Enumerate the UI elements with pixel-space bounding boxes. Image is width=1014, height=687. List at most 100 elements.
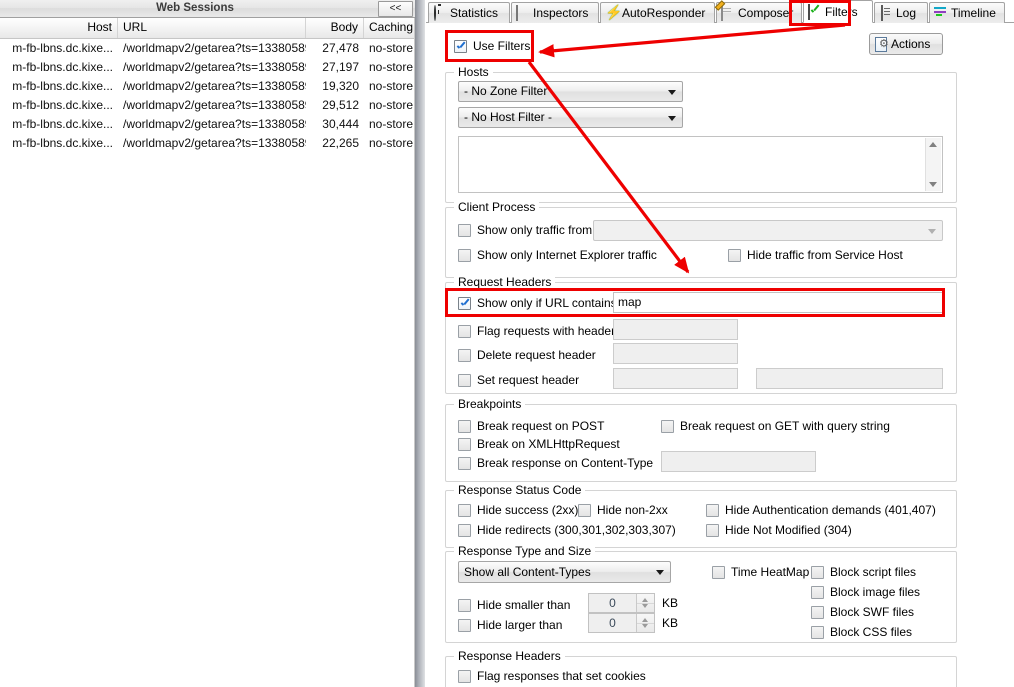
show-only-if-url-contains-checkbox[interactable]: Show only if URL contains (458, 296, 617, 310)
tab-label: AutoResponder (622, 6, 706, 20)
web-sessions-panel: Web Sessions << Host URL Body Caching m-… (0, 0, 415, 687)
stepper-divider (637, 603, 654, 604)
hide-non-2xx-checkbox[interactable]: Hide non-2xx (578, 503, 668, 517)
breakpoints-group-label: Breakpoints (454, 397, 526, 411)
break-response-on-content-type-checkbox[interactable]: Break response on Content-Type (458, 456, 653, 470)
flag-requests-with-header-checkbox[interactable]: Flag requests with header (458, 324, 615, 338)
tab-label: Log (896, 6, 917, 20)
request-headers-group-label: Request Headers (454, 275, 556, 289)
tab-statistics[interactable]: Statistics (428, 2, 510, 23)
tab-label: Composer (738, 6, 794, 20)
table-row[interactable]: m-fb-lbns.dc.kixe... /worldmapv2/getarea… (0, 58, 415, 77)
checkbox-box (458, 437, 471, 451)
show-only-ie-traffic-label: Show only Internet Explorer traffic (477, 248, 657, 262)
content-types-value: Show all Content-Types (464, 565, 591, 579)
chevron-down-icon (928, 229, 936, 234)
zone-filter-value: - No Zone Filter (464, 84, 548, 98)
actions-button[interactable]: Actions (869, 33, 943, 55)
hide-larger-than-unit: KB (662, 616, 679, 630)
hide-not-modified-checkbox[interactable]: Hide Not Modified (304) (706, 523, 852, 537)
checkbox-box (811, 585, 824, 599)
flag-responses-set-cookies-checkbox[interactable]: Flag responses that set cookies (458, 669, 646, 683)
cell-body: 29,512 (322, 98, 359, 112)
checkbox-box (458, 503, 471, 517)
panel-splitter[interactable] (415, 0, 426, 687)
delete-request-header-checkbox[interactable]: Delete request header (458, 348, 596, 362)
client-process-group-label: Client Process (454, 200, 540, 214)
block-css-files-checkbox[interactable]: Block CSS files (811, 625, 912, 639)
table-row[interactable]: m-fb-lbns.dc.kixe... /worldmapv2/getarea… (0, 134, 415, 153)
tab-inspectors[interactable]: Inspectors (511, 2, 599, 23)
cell-host: m-fb-lbns.dc.kixe... (12, 41, 113, 55)
checkbox-box (661, 419, 674, 433)
break-on-xmlhttprequest-checkbox[interactable]: Break on XMLHttpRequest (458, 437, 620, 451)
column-header-url[interactable]: URL (118, 18, 306, 38)
chevron-down-icon (656, 570, 664, 575)
content-types-dropdown[interactable]: Show all Content-Types (458, 561, 671, 583)
block-image-files-checkbox[interactable]: Block image files (811, 585, 920, 599)
time-heatmap-checkbox[interactable]: Time HeatMap (712, 565, 809, 579)
tab-timeline[interactable]: Timeline (929, 2, 1005, 23)
tab-composer[interactable]: Composer (716, 2, 802, 23)
column-header-caching[interactable]: Caching (364, 18, 415, 38)
hide-smaller-than-label: Hide smaller than (477, 598, 571, 612)
checkbox-box (811, 565, 824, 579)
tab-filters[interactable]: Filters (803, 0, 873, 23)
filters-content: Use Filters Actions Hosts - No Zone Filt… (426, 23, 1014, 687)
table-row[interactable]: m-fb-lbns.dc.kixe... /worldmapv2/getarea… (0, 96, 415, 115)
tab-autoresponder[interactable]: AutoResponder (600, 2, 715, 23)
set-request-header-name-input[interactable] (613, 368, 738, 389)
url-contains-input[interactable]: map (613, 292, 943, 313)
hide-redirects-checkbox[interactable]: Hide redirects (300,301,302,303,307) (458, 523, 676, 537)
host-list-scrollbar[interactable] (925, 138, 941, 191)
hide-smaller-than-checkbox[interactable]: Hide smaller than (458, 598, 570, 612)
break-request-on-post-checkbox[interactable]: Break request on POST (458, 419, 604, 433)
break-response-content-type-input[interactable] (661, 451, 816, 472)
block-swf-files-checkbox[interactable]: Block SWF files (811, 605, 914, 619)
hide-larger-than-stepper[interactable]: 0 (588, 613, 655, 633)
cell-url: /worldmapv2/getarea?ts=133805897... (123, 60, 306, 74)
set-request-header-checkbox[interactable]: Set request header (458, 373, 579, 387)
break-response-on-content-type-label: Break response on Content-Type (477, 456, 654, 470)
client-process-dropdown[interactable] (593, 220, 943, 241)
checkbox-box (454, 39, 467, 53)
show-only-ie-traffic-checkbox[interactable]: Show only Internet Explorer traffic (458, 248, 657, 262)
column-header-body[interactable]: Body (306, 18, 364, 38)
hide-smaller-than-stepper[interactable]: 0 (588, 593, 655, 613)
set-request-header-value-input[interactable] (756, 368, 943, 389)
column-header-host[interactable]: Host (0, 18, 118, 38)
cell-host: m-fb-lbns.dc.kixe... (12, 60, 113, 74)
hide-traffic-service-host-checkbox[interactable]: Hide traffic from Service Host (728, 248, 903, 262)
break-request-on-post-label: Break request on POST (477, 419, 605, 433)
host-list-textarea[interactable] (458, 136, 943, 193)
block-script-files-checkbox[interactable]: Block script files (811, 565, 916, 579)
cell-host: m-fb-lbns.dc.kixe... (12, 136, 113, 150)
actions-icon (875, 37, 889, 52)
hide-success-checkbox[interactable]: Hide success (2xx) (458, 503, 578, 517)
table-row[interactable]: m-fb-lbns.dc.kixe... /worldmapv2/getarea… (0, 39, 415, 58)
hide-larger-than-checkbox[interactable]: Hide larger than (458, 618, 562, 632)
table-row[interactable]: m-fb-lbns.dc.kixe... /worldmapv2/getarea… (0, 115, 415, 134)
checkbox-box (728, 248, 741, 262)
log-document-icon (879, 5, 893, 21)
stopwatch-icon (433, 5, 447, 21)
scroll-up-icon[interactable] (929, 142, 937, 147)
use-filters-checkbox[interactable]: Use Filters (454, 39, 530, 53)
checkbox-box (458, 419, 471, 433)
checkbox-box (458, 373, 471, 387)
checkbox-box (578, 503, 591, 517)
table-row[interactable]: m-fb-lbns.dc.kixe... /worldmapv2/getarea… (0, 77, 415, 96)
collapse-panel-button[interactable]: << (378, 1, 413, 17)
show-only-traffic-from-checkbox[interactable]: Show only traffic from (458, 223, 592, 237)
checkbox-box (458, 324, 471, 338)
scroll-down-icon[interactable] (929, 182, 937, 187)
zone-filter-dropdown[interactable]: - No Zone Filter (458, 81, 683, 102)
cell-url: /worldmapv2/getarea?ts=133805897... (123, 136, 306, 150)
flag-requests-header-input[interactable] (613, 319, 738, 340)
break-request-on-get-query-checkbox[interactable]: Break request on GET with query string (661, 419, 890, 433)
actions-label: Actions (891, 37, 931, 51)
hide-auth-demands-checkbox[interactable]: Hide Authentication demands (401,407) (706, 503, 936, 517)
delete-request-header-input[interactable] (613, 343, 738, 364)
host-filter-dropdown[interactable]: - No Host Filter - (458, 107, 683, 128)
tab-log[interactable]: Log (874, 2, 928, 23)
